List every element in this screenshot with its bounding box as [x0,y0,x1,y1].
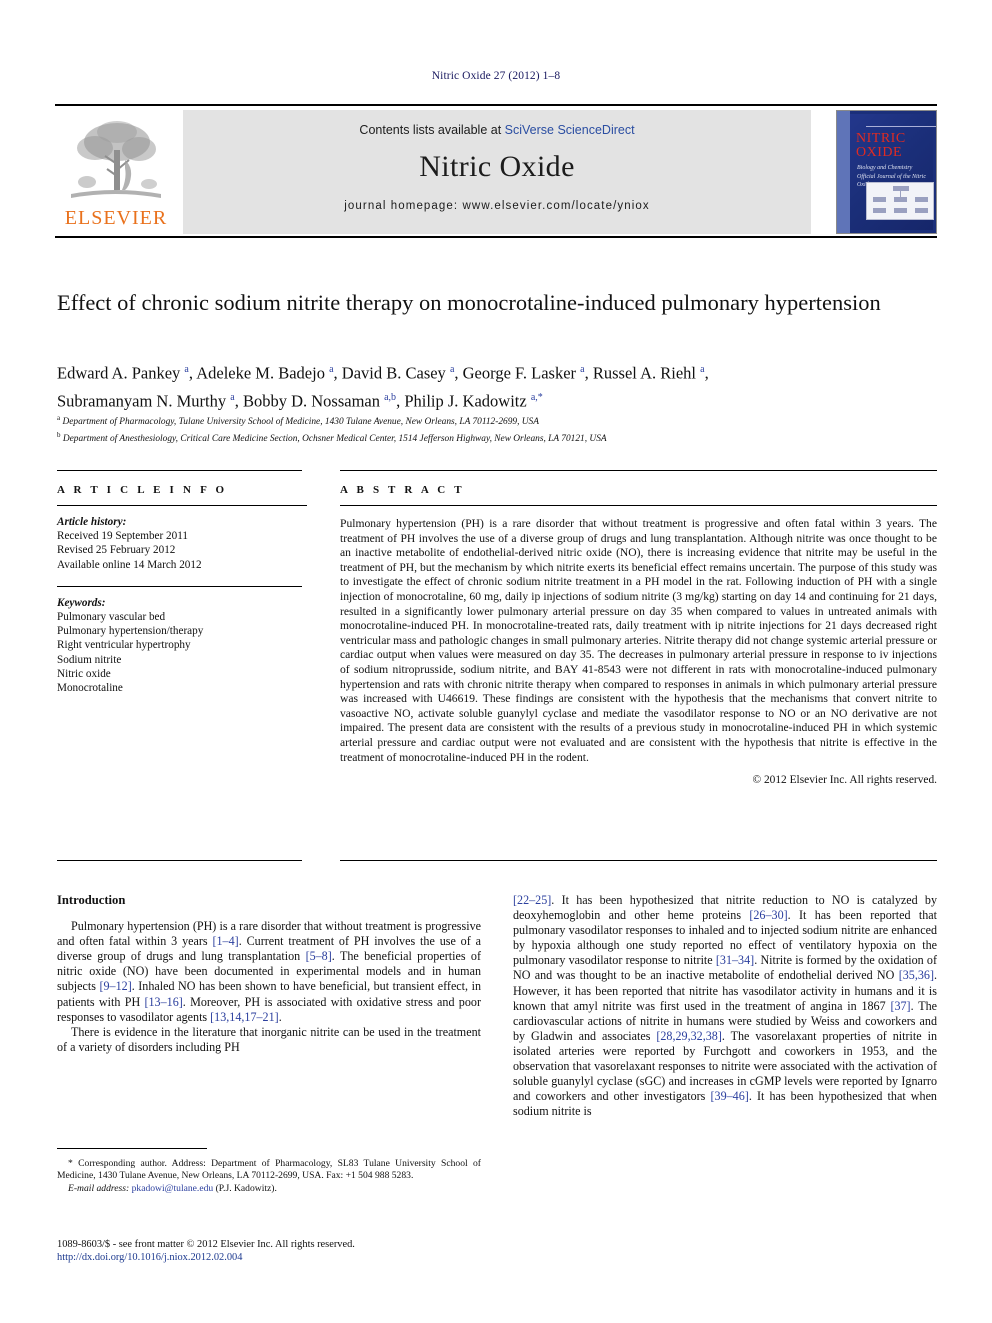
keyword-item: Pulmonary vascular bed [57,611,166,624]
keyword-item: Monocrotaline [57,682,123,695]
abstract-heading: A B S T R A C T [340,484,465,496]
intro-paragraph-2: There is evidence in the literature that… [57,1024,481,1054]
keywords-block: Keywords: Pulmonary vascular bed Pulmona… [57,596,307,695]
abstract-top-rule [340,470,937,471]
keyword-item: Sodium nitrite [57,653,122,666]
info-top-rule [57,470,302,471]
introduction-heading: Introduction [57,893,126,907]
history-revised: Revised 25 February 2012 [57,544,176,557]
footnote-rule [57,1148,207,1149]
cover-title: NITRIC OXIDE [856,132,906,160]
introduction-left-column: Introduction Pulmonary hypertension (PH)… [57,893,481,1055]
keyword-item: Nitric oxide [57,667,111,680]
contents-available-line: Contents lists available at SciVerse Sci… [183,123,811,137]
article-history: Article history: Received 19 September 2… [57,515,307,572]
journal-cover-thumbnail: NITRIC OXIDE Biology and Chemistry Offic… [836,110,937,234]
elsevier-wordmark: ELSEVIER [64,207,168,229]
masthead-bottom-rule [55,236,937,238]
keywords-separator-rule [57,585,302,587]
contents-prefix: Contents lists available at [359,123,505,137]
author-line-1: Edward A. Pankey a, Adeleke M. Badejo a,… [57,363,709,383]
intro-paragraph-1: Pulmonary hypertension (PH) is a rare di… [57,919,481,1024]
keywords-label: Keywords: [57,596,106,609]
abstract-bottom-rule [340,860,937,861]
email-line: E-mail address: pkadowi@tulane.edu (P.J.… [57,1183,481,1195]
abstract-heading-rule [340,505,937,506]
top-rule [55,104,937,106]
keyword-item: Pulmonary hypertension/therapy [57,625,204,638]
issn-front-matter: 1089-8603/$ - see front matter © 2012 El… [57,1239,355,1250]
info-bottom-rule [57,860,302,861]
journal-masthead: ELSEVIER Contents lists available at Sci… [55,110,937,234]
intro-paragraph-3: [22–25]. It has been hypothesized that n… [513,893,937,1119]
sciencedirect-link[interactable]: SciVerse ScienceDirect [505,123,635,137]
article-first-page: Nitric Oxide 27 (2012) 1–8 ELSEVIER Cont… [0,0,992,1323]
introduction-right-column: [22–25]. It has been hypothesized that n… [513,893,937,1119]
author-line-2: Subramanyam N. Murthy a, Bobby D. Nossam… [57,391,543,410]
copyright-line: © 2012 Elsevier Inc. All rights reserved… [752,774,937,787]
author-list: Edward A. Pankey a, Adeleke M. Badejo a,… [57,358,937,413]
history-received: Received 19 September 2011 [57,530,188,543]
journal-title: Nitric Oxide [419,150,575,183]
journal-homepage[interactable]: journal homepage: www.elsevier.com/locat… [183,200,811,212]
cover-spine [837,111,850,233]
abstract-column: A B S T R A C T Pulmonary hypertension (… [340,484,937,786]
cover-figure [866,182,934,220]
abstract-text: Pulmonary hypertension (PH) is a rare di… [340,517,937,764]
running-head: Nitric Oxide 27 (2012) 1–8 [431,70,561,82]
corresponding-author-text: * Corresponding author. Address: Departm… [57,1158,481,1182]
doi-link[interactable]: http://dx.doi.org/10.1016/j.niox.2012.02… [57,1251,557,1264]
page-title: Effect of chronic sodium nitrite therapy… [57,290,881,315]
article-info-heading: A R T I C L E I N F O [57,484,228,496]
masthead-center-panel: Contents lists available at SciVerse Sci… [183,110,811,234]
history-available-online: Available online 14 March 2012 [57,558,202,571]
cover-title-line2: OXIDE [856,145,903,160]
article-info-column: A R T I C L E I N F O Article history: R… [57,484,307,695]
cover-title-line1: NITRIC [856,131,906,146]
page-footer: 1089-8603/$ - see front matter © 2012 El… [57,1238,557,1265]
corresponding-author-footnote: * Corresponding author. Address: Departm… [57,1158,481,1195]
cover-face: NITRIC OXIDE Biology and Chemistry Offic… [850,114,936,230]
elsevier-tree-icon [71,121,161,198]
cover-subtitle-1: Biology and Chemistry [857,165,913,171]
article-info-heading-rule [57,505,307,506]
affiliation-b: b Department of Anesthesiology, Critical… [57,431,607,445]
cover-rule-top [866,126,936,127]
email-address[interactable]: pkadowi@tulane.edu [132,1183,214,1194]
article-history-label: Article history: [57,516,127,528]
email-label: E-mail address: [68,1182,130,1194]
elsevier-logo: ELSEVIER [55,112,177,232]
affiliation-a: a Department of Pharmacology, Tulane Uni… [57,414,539,428]
email-owner: (P.J. Kadowitz). [215,1182,277,1194]
keyword-item: Right ventricular hypertrophy [57,639,191,652]
affiliation-list: a Department of Pharmacology, Tulane Uni… [57,412,937,446]
